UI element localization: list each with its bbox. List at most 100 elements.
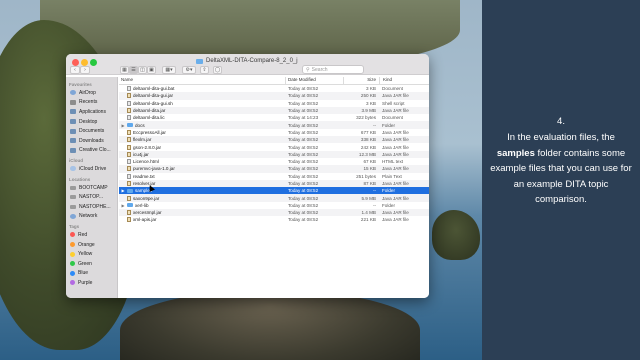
tag-color-icon [70,280,75,286]
file-name-cell: deltaxml-dita-gui.bat [119,86,285,92]
forward-button[interactable]: › [80,66,90,74]
sidebar-item-network[interactable]: Network [66,212,117,222]
column-header-name[interactable]: Name [119,77,285,84]
kind-cell: Folder [382,122,396,128]
disclosure-triangle-icon[interactable]: ▶ [121,123,125,128]
file-name-cell: Licence.html [119,159,285,165]
applications-icon [70,109,76,115]
table-row[interactable]: EccpressoAll.jar Today at 08:52 677 KB Java… [119,129,429,136]
table-row[interactable]: xercesImpl.jar Today at 08:52 1.4 MB Java J… [119,209,429,217]
sidebar-item-label: Desktop [79,118,98,125]
desktop-icon [70,119,76,125]
jar-file-icon [127,217,131,223]
sidebar-tag-red[interactable]: Red [66,230,117,240]
disclosure-triangle-icon[interactable]: ▶ [121,203,125,208]
download-icon [70,138,76,144]
jar-file-icon [127,137,131,143]
file-name-cell: ▶ docs [119,123,285,128]
table-row[interactable]: ▶ docs Today at 08:52 -- Folder [119,121,429,129]
sidebar-item-nastophe[interactable]: NASTOPHE... [66,202,117,212]
jar-file-icon [127,166,131,172]
size-cell: -- [372,202,376,208]
kind-cell: Java JAR file [382,181,409,186]
kind-cell: Document [382,86,403,92]
sidebar-item-documents[interactable]: Documents [66,126,117,136]
table-row[interactable]: saxon9pe.jar Today at 08:52 5.9 MB Java JAR… [119,194,429,202]
sidebar-tag-purple[interactable]: Purple [66,278,117,288]
column-header-kind[interactable]: Kind [379,77,429,84]
drive-icon [70,195,76,200]
sidebar: Favourites AirDrop Recents Applications … [66,77,118,298]
sidebar-item-bootcamp[interactable]: BOOTCAMP [66,183,117,193]
sidebar-header-icloud: iCloud [69,158,83,164]
table-row[interactable]: deltaxml-dita-gui.bat Today at 08:52 3 KB D… [119,85,429,92]
table-row[interactable]: deltaxml-dita.jar Today at 08:52 3.9 MB Jav… [119,106,429,115]
date-modified-cell: Today at 08:52 [288,188,319,194]
file-name-cell: EccpressoAll.jar [119,129,285,135]
table-row[interactable]: icu4j.jar Today at 08:52 12.3 MB Java JAR f… [119,150,429,158]
size-cell: 15 KB [363,166,376,172]
share-button[interactable]: ⇧ [200,66,209,74]
file-name-cell: gson-2.8.0.jar [119,144,285,150]
table-row[interactable]: puremvc-java-1.0.jar Today at 08:52 15 KB J… [119,165,429,173]
sidebar-item-recents[interactable]: Recents [66,98,117,108]
table-row[interactable]: xml-apis.jar Today at 08:52 221 KB Java JAR… [119,216,429,223]
instruction-text-part: In the evaluation files, the [507,132,615,143]
date-modified-cell: Today at 08:52 [288,181,319,186]
document-icon [70,128,76,134]
group-button[interactable]: ▦▾ [162,66,176,74]
disclosure-triangle-icon[interactable]: ▶ [121,188,125,193]
date-modified-cell: Today at 08:52 [288,129,319,135]
gallery-view-button[interactable]: ▣ [147,66,156,74]
table-row[interactable]: ▶ samples Today at 08:52 -- Folder [119,187,429,195]
table-row[interactable]: deltaxml-dita-gui.jar Today at 08:52 250 K… [119,92,429,100]
jar-file-icon [127,181,131,186]
search-icon: ⚲ [306,66,310,73]
sidebar-item-icloud-drive[interactable]: iCloud Drive [66,164,117,174]
search-field[interactable]: ⚲ Search [302,65,364,74]
table-row[interactable]: readme.txt Today at 08:52 251 bytes Plain T… [119,173,429,180]
column-view-button[interactable]: ◫ [138,66,147,74]
sidebar-tag-orange[interactable]: Orange [66,240,117,250]
sidebar-item-downloads[interactable]: Downloads [66,136,117,146]
table-row[interactable]: gson-2.8.0.jar Today at 08:52 242 KB Java J… [119,143,429,150]
sidebar-item-creative-cloud[interactable]: Creative Clo... [66,146,117,156]
file-rows: deltaxml-dita-gui.bat Today at 08:52 3 KB D… [119,85,429,224]
column-header-size[interactable]: Size [343,77,379,84]
date-modified-cell: Today at 08:52 [288,122,319,128]
column-header-date[interactable]: Date Modified [285,77,343,84]
action-gear-button[interactable]: ⚙▾ [182,66,196,74]
table-row[interactable]: Licence.html Today at 08:52 67 KB HTML text [119,158,429,165]
sidebar-tag-green[interactable]: Green [66,259,117,269]
size-cell: 87 KB [363,181,376,186]
date-modified-cell: Today at 08:52 [288,210,319,216]
tag-button[interactable]: ◯ [213,66,222,74]
sidebar-tag-yellow[interactable]: Yellow [66,249,117,259]
table-row[interactable]: deltaxml-dita.lic Today at 14:23 322 bytes… [119,114,429,121]
size-cell: 677 KB [360,129,376,135]
jar-file-icon [127,93,131,99]
file-name-cell: xercesImpl.jar [119,210,285,216]
sidebar-tag-blue[interactable]: Blue [66,269,117,279]
sidebar-header-favourites: Favourites [69,82,92,87]
kind-cell: Folder [382,188,396,194]
table-row[interactable]: flexlm.jar Today at 08:52 338 KB Java JAR f… [119,136,429,144]
back-button[interactable]: ‹ [70,66,80,74]
sidebar-item-nastop[interactable]: NASTOP... [66,192,117,202]
size-cell: 242 KB [360,144,376,150]
icon-view-button[interactable]: ▦ [120,66,129,74]
sidebar-item-airdrop[interactable]: AirDrop [66,88,117,98]
table-row[interactable]: deltaxml-dita-gui.sh Today at 08:52 3 KB Sh… [119,100,429,107]
list-header: Name Date Modified Size Kind [119,77,429,85]
instruction-emphasis: samples [496,147,535,159]
list-view-button[interactable]: ☰ [129,66,138,74]
jar-file-icon [127,151,131,157]
document-icon [127,159,131,165]
table-row[interactable]: ▶ xerl-lib Today at 08:52 -- Folder [119,202,429,209]
sidebar-item-desktop[interactable]: Desktop [66,117,117,127]
sidebar-item-applications[interactable]: Applications [66,107,117,117]
table-row[interactable]: resolver.jar Today at 08:52 87 KB Java JAR … [119,179,429,188]
size-cell: 3.9 MB [361,108,376,114]
date-modified-cell: Today at 08:52 [288,159,319,165]
file-name-cell: ▶ samples [119,188,285,193]
